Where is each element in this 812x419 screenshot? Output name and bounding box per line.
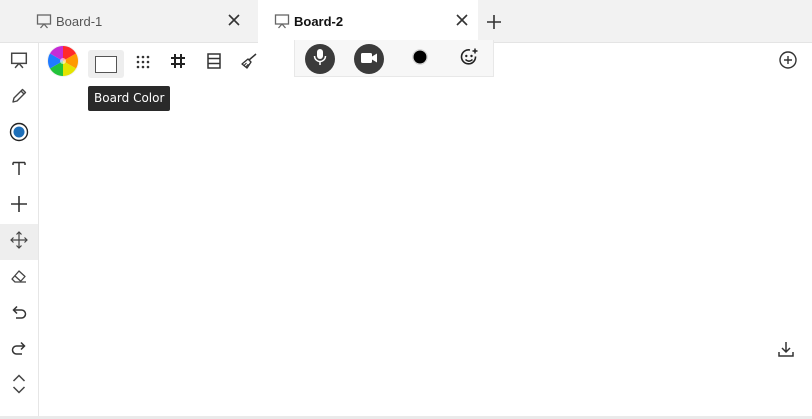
tab-label: Board-1 bbox=[56, 13, 103, 29]
tool-sidebar bbox=[0, 43, 39, 416]
redo-icon bbox=[10, 339, 28, 361]
hash-grid-icon bbox=[170, 53, 186, 73]
record-dot-icon bbox=[412, 49, 428, 69]
presentation-board-icon bbox=[274, 13, 290, 32]
pencil-icon bbox=[10, 87, 28, 109]
presentation-board-icon bbox=[36, 13, 52, 32]
whiteboard-canvas[interactable] bbox=[39, 80, 812, 416]
lined-page-icon bbox=[207, 53, 221, 73]
pencil-tool-button[interactable] bbox=[0, 80, 38, 116]
add-emoji-icon bbox=[459, 47, 479, 71]
eraser-icon bbox=[10, 267, 28, 289]
tab-board-1[interactable]: Board-1 bbox=[20, 0, 258, 42]
radio-dot-icon bbox=[9, 122, 29, 146]
move-tool-button[interactable] bbox=[0, 224, 38, 260]
move-arrows-icon bbox=[10, 231, 28, 253]
add-tab-button[interactable] bbox=[486, 14, 502, 34]
color-wheel-icon bbox=[46, 44, 80, 82]
presentation-board-icon bbox=[10, 51, 28, 73]
zoom-in-button[interactable] bbox=[777, 51, 799, 73]
video-camera-icon bbox=[360, 50, 378, 69]
dot-grid-icon bbox=[136, 54, 150, 73]
shape-tool-button[interactable] bbox=[0, 188, 38, 224]
broom-icon bbox=[240, 52, 258, 74]
text-tool-button[interactable] bbox=[0, 152, 38, 188]
clear-board-button[interactable] bbox=[238, 52, 260, 74]
color-wheel-button[interactable] bbox=[46, 44, 80, 82]
tab-label: Board-2 bbox=[294, 14, 344, 29]
add-emoji-button[interactable] bbox=[458, 48, 480, 70]
tab-board-2[interactable]: Board-2 bbox=[258, 0, 478, 43]
board-color-button[interactable] bbox=[88, 50, 124, 78]
lined-page-button[interactable] bbox=[203, 52, 225, 74]
text-t-icon bbox=[11, 160, 27, 180]
microphone-icon bbox=[313, 48, 327, 70]
board-color-swatch bbox=[95, 55, 117, 73]
redo-tool-button[interactable] bbox=[0, 332, 38, 368]
plus-icon bbox=[10, 195, 28, 217]
hash-grid-button[interactable] bbox=[167, 52, 189, 74]
zoom-in-icon bbox=[778, 50, 798, 74]
eraser-tool-button[interactable] bbox=[0, 260, 38, 296]
board-tool-button[interactable] bbox=[0, 44, 38, 80]
chevron-up-down-icon bbox=[10, 373, 28, 399]
tab-bar: Board-1 Board-2 bbox=[0, 0, 812, 43]
undo-icon bbox=[10, 303, 28, 325]
close-tab-icon[interactable] bbox=[456, 14, 468, 29]
color-picker-tool-button[interactable] bbox=[0, 116, 38, 152]
undo-tool-button[interactable] bbox=[0, 296, 38, 332]
video-camera-button[interactable] bbox=[354, 44, 384, 74]
microphone-button[interactable] bbox=[305, 44, 335, 74]
media-controls bbox=[294, 40, 494, 77]
dot-grid-button[interactable] bbox=[132, 52, 154, 74]
record-button[interactable] bbox=[412, 49, 428, 69]
close-tab-icon[interactable] bbox=[228, 14, 240, 29]
expand-tool-button[interactable] bbox=[0, 368, 38, 404]
